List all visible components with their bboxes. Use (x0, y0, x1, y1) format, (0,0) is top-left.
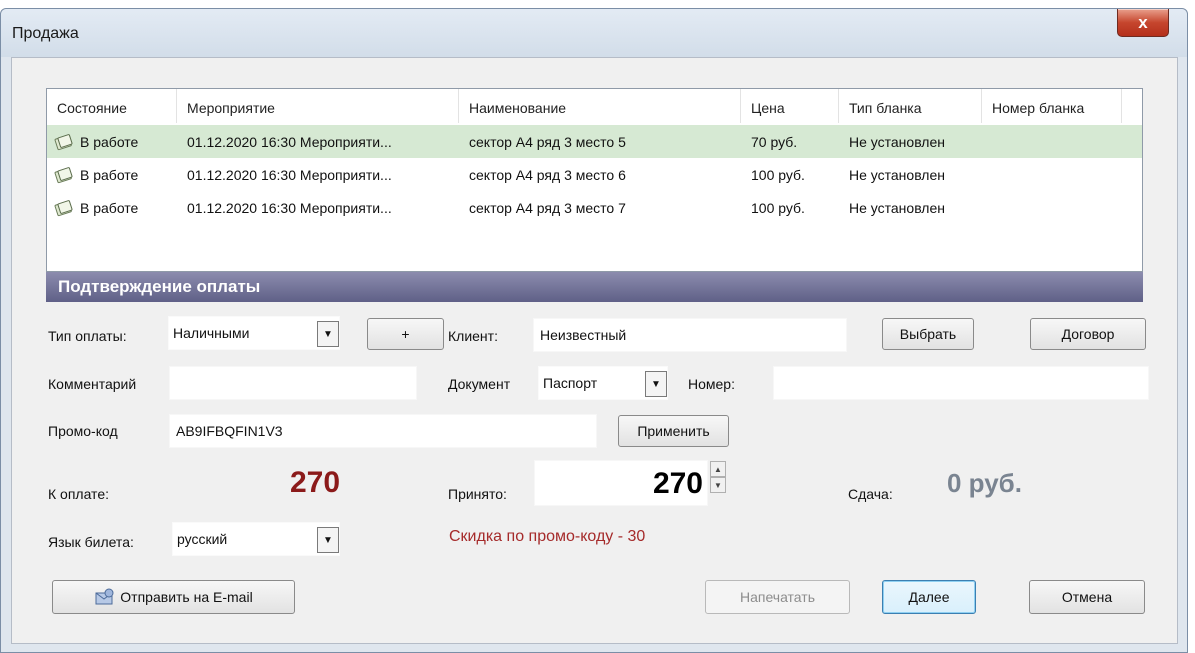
column-header-blank-number[interactable]: Номер бланка (982, 89, 1122, 123)
row-event-cell: 01.12.2020 16:30 Мероприяти... (187, 166, 392, 183)
pay-type-select[interactable]: Наличными ▼ (168, 316, 340, 350)
row-state-text: В работе (80, 199, 139, 216)
column-header-state[interactable]: Состояние (47, 89, 177, 123)
to-pay-amount: 270 (290, 466, 341, 499)
promo-code-label: Промо-код (48, 423, 118, 439)
send-email-label: Отправить на E-mail (120, 589, 253, 605)
add-button[interactable]: + (367, 318, 444, 350)
row-event-cell: 01.12.2020 16:30 Мероприяти... (187, 199, 392, 216)
row-state-text: В работе (80, 166, 139, 183)
document-label: Документ (448, 376, 511, 392)
dialog-body: Состояние Мероприятие Наименование Цена … (11, 57, 1178, 644)
change-label: Сдача: (848, 486, 893, 502)
pay-type-label: Тип оплаты: (48, 328, 127, 344)
spin-down-icon[interactable]: ▼ (710, 477, 726, 493)
column-header-price[interactable]: Цена (741, 89, 839, 123)
send-email-button[interactable]: Отправить на E-mail (52, 580, 295, 614)
accepted-amount-field[interactable]: 270 (534, 460, 708, 506)
comment-field[interactable] (169, 366, 417, 400)
chevron-down-icon[interactable]: ▼ (317, 527, 339, 553)
number-field[interactable] (773, 366, 1149, 400)
window-title: Продажа (12, 25, 79, 42)
pay-type-value: Наличными (173, 325, 250, 341)
ticket-icon (54, 133, 73, 150)
promo-code-field[interactable]: AB9IFBQFIN1V3 (169, 414, 597, 448)
row-blank-type-cell: Не установлен (849, 166, 945, 183)
chevron-down-icon[interactable]: ▼ (645, 371, 667, 397)
email-icon (95, 588, 114, 605)
row-state-cell: В работе (47, 166, 177, 184)
ticket-language-value: русский (177, 531, 228, 547)
client-field[interactable]: Неизвестный (533, 318, 847, 352)
ticket-icon (54, 166, 73, 183)
document-value: Паспорт (543, 375, 598, 391)
ticket-language-label: Язык билета: (48, 534, 134, 550)
table-header: Состояние Мероприятие Наименование Цена … (47, 89, 1142, 123)
row-name-cell: сектор А4 ряд 3 место 6 (469, 166, 626, 183)
accepted-amount-value: 270 (652, 467, 703, 500)
close-icon: x (1138, 12, 1148, 32)
apply-button[interactable]: Применить (618, 415, 729, 447)
chevron-down-icon[interactable]: ▼ (317, 321, 339, 347)
row-price-cell: 100 руб. (751, 199, 805, 216)
column-header-blank-type[interactable]: Тип бланка (839, 89, 982, 123)
row-state-text: В работе (80, 133, 139, 150)
number-label: Номер: (688, 376, 735, 392)
table-row[interactable]: В работе 01.12.2020 16:30 Мероприяти... … (47, 125, 1142, 158)
document-select[interactable]: Паспорт ▼ (538, 366, 668, 400)
row-price-cell: 70 руб. (751, 133, 798, 150)
payment-confirmation-header: Подтверждение оплаты (46, 272, 1143, 302)
accepted-label: Принято: (448, 486, 507, 502)
row-state-cell: В работе (47, 133, 177, 151)
contract-button[interactable]: Договор (1030, 318, 1146, 350)
row-price-cell: 100 руб. (751, 166, 805, 183)
client-label: Клиент: (448, 328, 498, 344)
promo-discount-text: Скидка по промо-коду - 30 (449, 528, 646, 545)
comment-label: Комментарий (48, 376, 137, 392)
ticket-icon (54, 199, 73, 216)
tickets-table[interactable]: Состояние Мероприятие Наименование Цена … (46, 88, 1143, 272)
to-pay-label: К оплате: (48, 486, 109, 502)
sale-dialog: Продажа x Состояние Мероприятие Наименов… (0, 8, 1188, 653)
print-button[interactable]: Напечатать (705, 580, 850, 614)
spin-up-icon[interactable]: ▲ (710, 461, 726, 477)
table-row[interactable]: В работе 01.12.2020 16:30 Мероприяти... … (47, 191, 1142, 224)
row-state-cell: В работе (47, 199, 177, 217)
title-bar: Продажа x (1, 9, 1187, 57)
column-header-name[interactable]: Наименование (459, 89, 741, 123)
row-name-cell: сектор А4 ряд 3 место 5 (469, 133, 626, 150)
table-row[interactable]: В работе 01.12.2020 16:30 Мероприяти... … (47, 158, 1142, 191)
choose-button[interactable]: Выбрать (882, 318, 974, 350)
row-blank-type-cell: Не установлен (849, 133, 945, 150)
accepted-spinner[interactable]: ▲ ▼ (710, 461, 726, 495)
column-header-event[interactable]: Мероприятие (177, 89, 459, 123)
row-blank-type-cell: Не установлен (849, 199, 945, 216)
row-name-cell: сектор А4 ряд 3 место 7 (469, 199, 626, 216)
ticket-language-select[interactable]: русский ▼ (172, 522, 340, 556)
row-event-cell: 01.12.2020 16:30 Мероприяти... (187, 133, 392, 150)
close-button[interactable]: x (1117, 9, 1169, 37)
cancel-button[interactable]: Отмена (1029, 580, 1145, 614)
next-button[interactable]: Далее (882, 580, 976, 614)
change-amount: 0 руб. (947, 468, 1022, 498)
